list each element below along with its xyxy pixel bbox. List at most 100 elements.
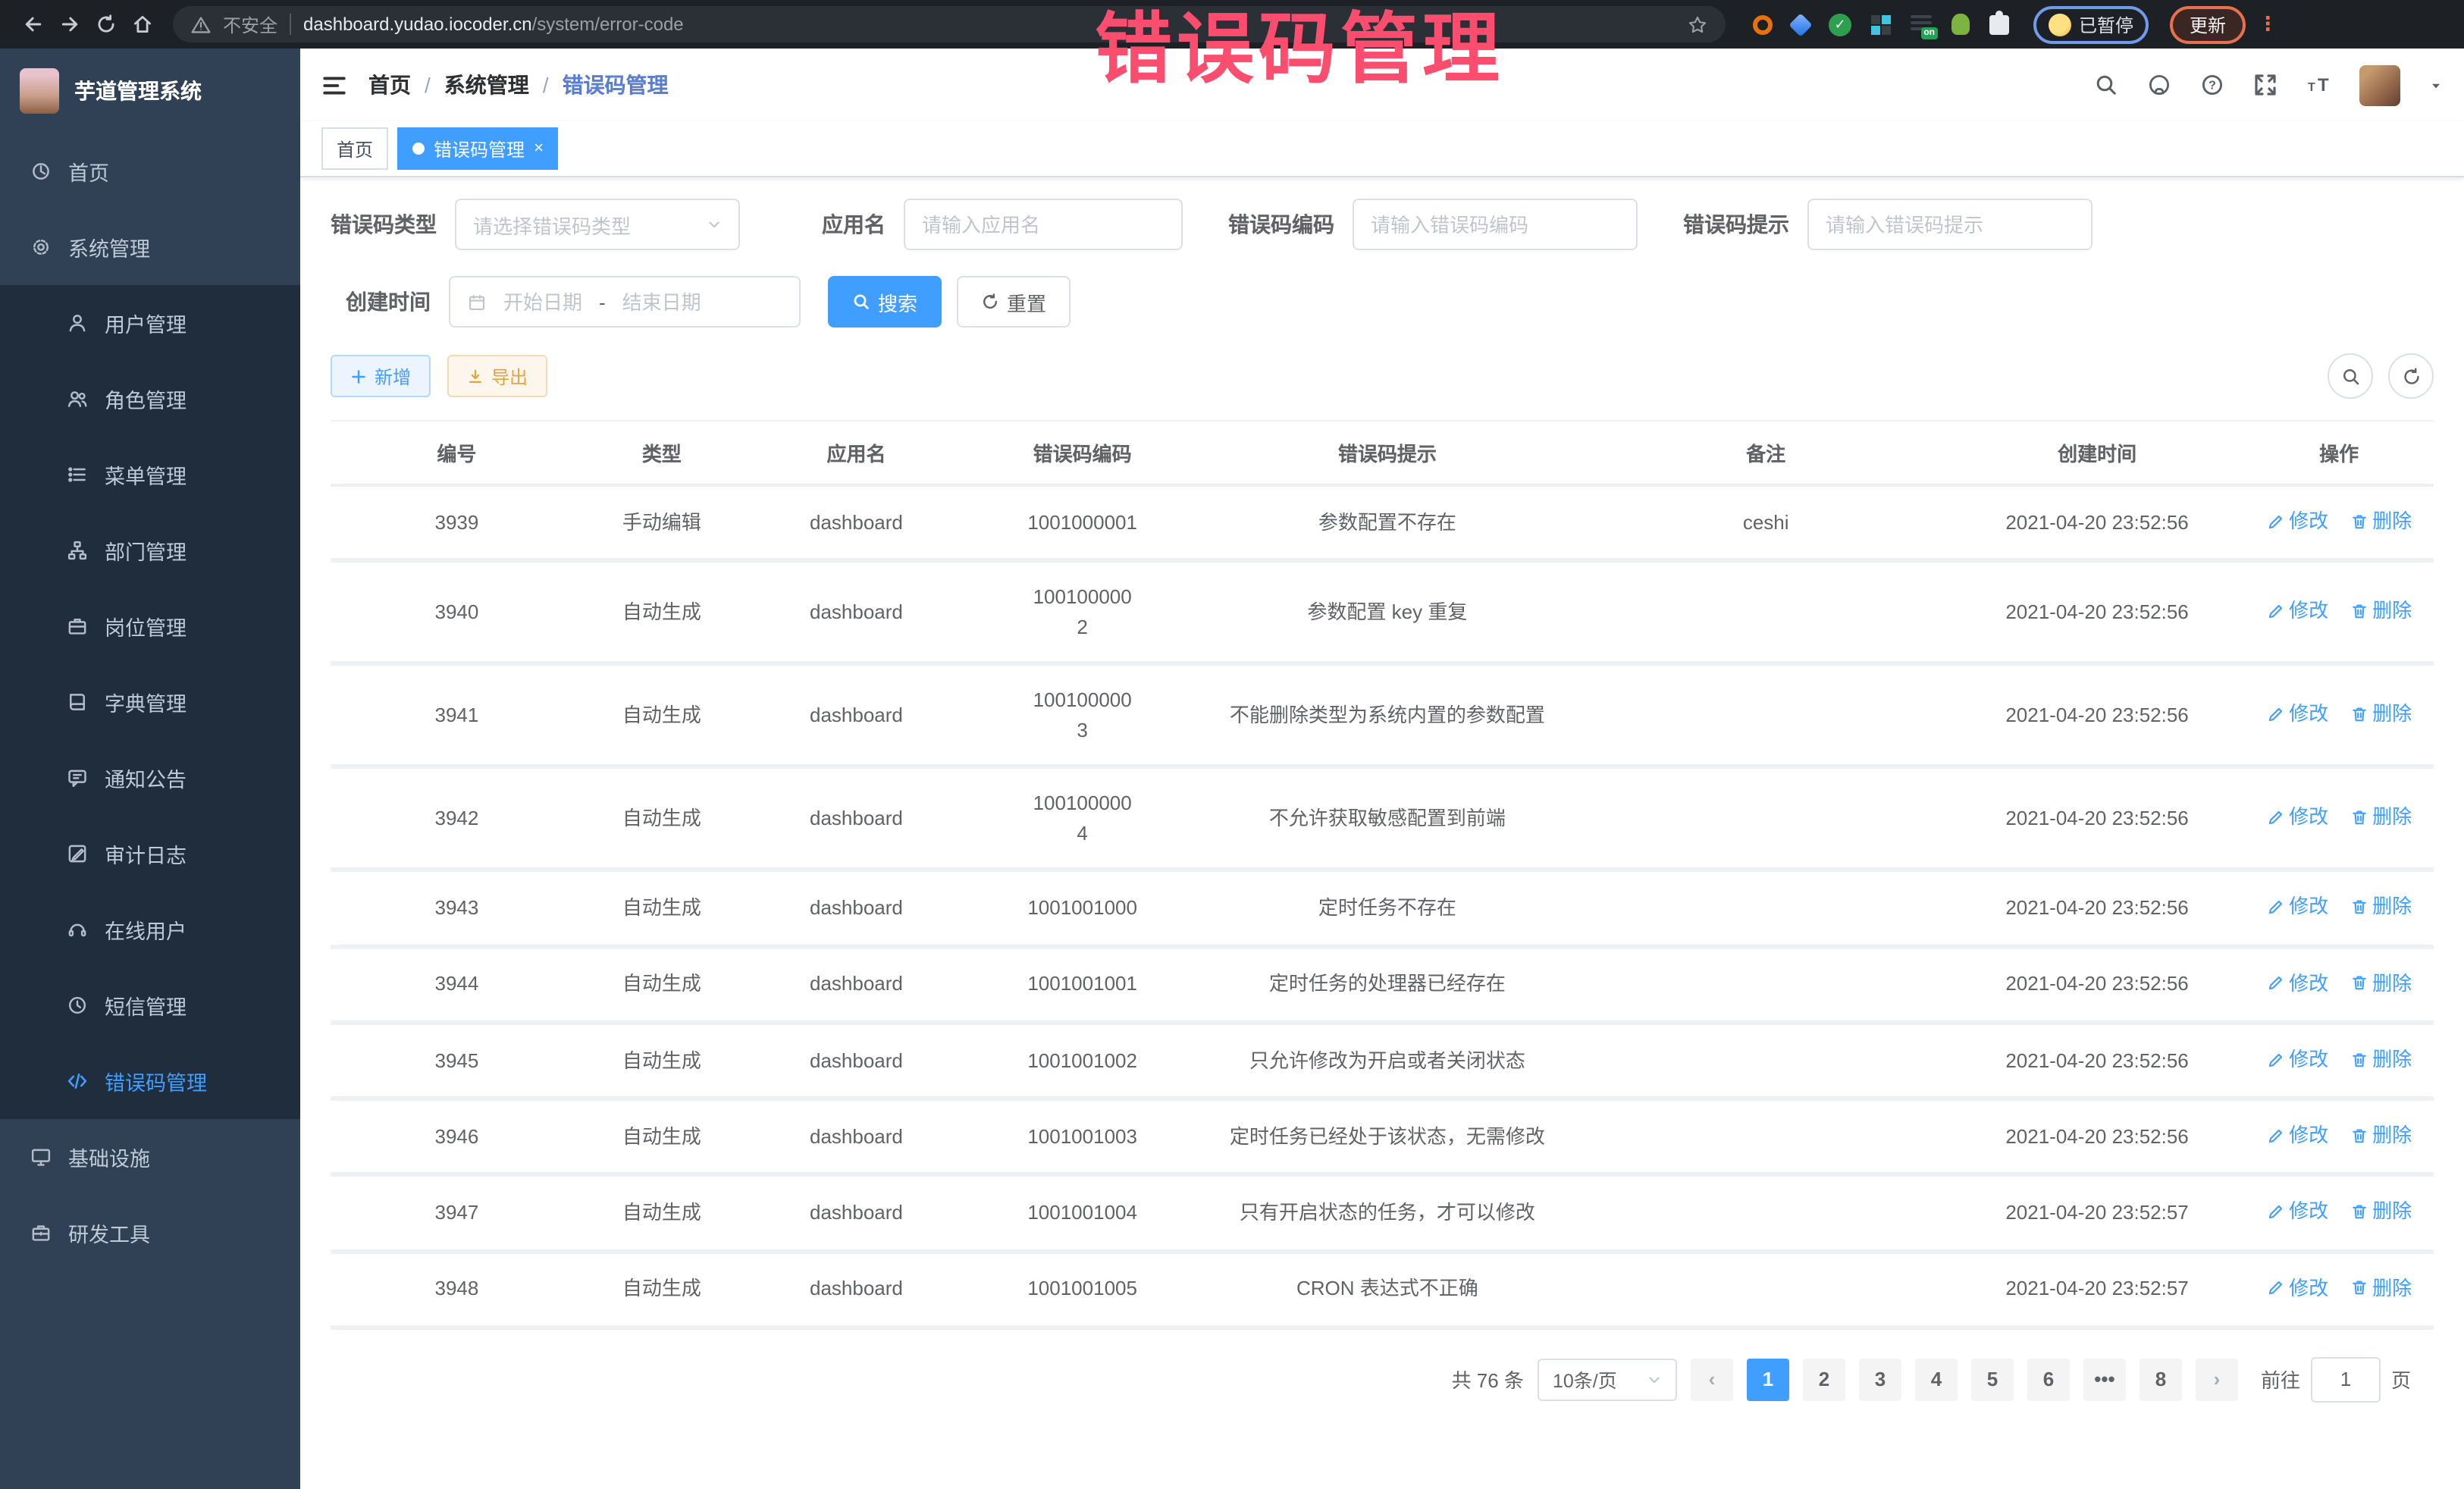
next-page-button[interactable]: › — [2196, 1359, 2238, 1401]
delete-link[interactable]: 删除 — [2350, 1273, 2412, 1302]
date-range-picker[interactable]: - — [449, 276, 801, 328]
dashboard-icon — [30, 161, 52, 182]
user-avatar[interactable] — [2359, 64, 2400, 105]
delete-link[interactable]: 删除 — [2350, 968, 2412, 998]
browser-menu-icon[interactable]: ⋮ — [2258, 12, 2277, 36]
error-msg-input[interactable] — [1826, 213, 2074, 236]
edit-link[interactable]: 修改 — [2266, 1197, 2328, 1227]
refresh-table-button[interactable] — [2388, 353, 2434, 399]
browser-forward-icon[interactable] — [52, 6, 88, 42]
goto-page-input[interactable] — [2311, 1357, 2381, 1403]
delete-link[interactable]: 删除 — [2350, 1045, 2412, 1074]
extension-agent-icon[interactable] — [1951, 14, 1970, 35]
address-bar[interactable]: 不安全 dashboard.yudao.iocoder.cn/system/er… — [173, 6, 1726, 42]
page-button-1[interactable]: 1 — [1747, 1359, 1789, 1401]
edit-link[interactable]: 修改 — [2266, 1273, 2328, 1302]
error-msg-field[interactable] — [1807, 199, 2093, 250]
browser-update-button[interactable]: 更新 — [2170, 5, 2246, 43]
sidebar-item-dict-mgmt[interactable]: 字典管理 — [0, 664, 300, 740]
cell-time: 2021-04-20 23:52:57 — [1950, 1175, 2244, 1252]
error-code-field[interactable] — [1353, 199, 1638, 250]
sidebar-item-home[interactable]: 首页 — [0, 133, 300, 209]
page-ellipsis[interactable]: ••• — [2083, 1359, 2126, 1401]
sidebar-item-dev-tools[interactable]: 研发工具 — [0, 1195, 300, 1271]
breadcrumb-item-home[interactable]: 首页 — [368, 70, 411, 100]
edit-link[interactable]: 修改 — [2266, 968, 2328, 998]
browser-reload-icon[interactable] — [88, 6, 124, 42]
sidebar-item-post-mgmt[interactable]: 岗位管理 — [0, 588, 300, 664]
add-button[interactable]: 新增 — [331, 355, 431, 397]
close-icon[interactable]: × — [534, 139, 544, 158]
url-text[interactable]: dashboard.yudao.iocoder.cn/system/error-… — [303, 14, 684, 35]
bookmark-star-icon[interactable] — [1688, 14, 1707, 34]
extension-list-icon[interactable]: on — [1911, 14, 1932, 34]
error-type-select[interactable]: 请选择错误码类型 — [455, 199, 740, 250]
delete-link[interactable]: 删除 — [2350, 892, 2412, 922]
delete-link[interactable]: 删除 — [2350, 1197, 2412, 1227]
security-label[interactable]: 不安全 — [223, 11, 277, 37]
browser-home-icon[interactable] — [124, 6, 161, 42]
sidebar-item-audit-log[interactable]: 审计日志 — [0, 816, 300, 892]
help-icon[interactable]: ? — [2200, 73, 2224, 97]
tools-icon — [30, 1222, 52, 1243]
page-button-6[interactable]: 6 — [2027, 1359, 2070, 1401]
edit-link[interactable]: 修改 — [2266, 596, 2328, 625]
app-name-field[interactable] — [904, 199, 1183, 250]
delete-link[interactable]: 删除 — [2350, 596, 2412, 625]
search-button[interactable]: 搜索 — [828, 276, 942, 328]
extension-green-check-icon[interactable]: ✓ — [1829, 13, 1851, 36]
sidebar-item-sms-mgmt[interactable]: 短信管理 — [0, 967, 300, 1043]
app-name-input[interactable] — [922, 213, 1165, 236]
extension-orange-ring-icon[interactable] — [1753, 14, 1773, 34]
github-icon[interactable] — [2147, 73, 2171, 97]
extensions-puzzle-icon[interactable] — [1989, 14, 2009, 34]
browser-back-icon[interactable] — [15, 6, 52, 42]
sidebar-item-menu-mgmt[interactable]: 菜单管理 — [0, 437, 300, 513]
user-menu-caret-icon[interactable] — [2429, 78, 2443, 92]
app-logo-row[interactable]: 芋道管理系统 — [0, 49, 300, 133]
sidebar-item-infrastructure[interactable]: 基础设施 — [0, 1119, 300, 1195]
edit-link[interactable]: 修改 — [2266, 1045, 2328, 1074]
user-icon — [67, 312, 88, 334]
edit-link[interactable]: 修改 — [2266, 892, 2328, 922]
sidebar-item-dept-mgmt[interactable]: 部门管理 — [0, 513, 300, 588]
reset-button[interactable]: 重置 — [957, 276, 1071, 328]
page-button-4[interactable]: 4 — [1915, 1359, 1958, 1401]
fullscreen-icon[interactable] — [2253, 73, 2277, 97]
page-button-5[interactable]: 5 — [1971, 1359, 2014, 1401]
edit-link[interactable]: 修改 — [2266, 802, 2328, 832]
sidebar-item-role-mgmt[interactable]: 角色管理 — [0, 361, 300, 437]
page-button-2[interactable]: 2 — [1803, 1359, 1845, 1401]
sidebar-item-system-mgmt[interactable]: 系统管理 — [0, 209, 300, 285]
tag-error-code-active[interactable]: 错误码管理 × — [397, 127, 559, 170]
breadcrumb-item-system[interactable]: 系统管理 — [444, 70, 529, 100]
page-button-8[interactable]: 8 — [2140, 1359, 2182, 1401]
end-date-input[interactable] — [615, 290, 709, 313]
sidebar-item-user-mgmt[interactable]: 用户管理 — [0, 285, 300, 361]
delete-link[interactable]: 删除 — [2350, 506, 2412, 536]
extension-grid-icon[interactable] — [1871, 14, 1891, 34]
tag-home[interactable]: 首页 — [321, 127, 388, 170]
prev-page-button[interactable]: ‹ — [1691, 1359, 1733, 1401]
header-search-icon[interactable] — [2094, 73, 2118, 97]
sidebar-item-notice[interactable]: 通知公告 — [0, 740, 300, 816]
error-code-input[interactable] — [1371, 213, 1619, 236]
page-button-3[interactable]: 3 — [1859, 1359, 1901, 1401]
toggle-search-button[interactable] — [2328, 353, 2373, 399]
extension-blue-gem-icon[interactable] — [1788, 12, 1812, 36]
sidebar-collapse-icon[interactable] — [321, 72, 347, 98]
page-size-select[interactable]: 10条/页 — [1538, 1359, 1677, 1401]
delete-link[interactable]: 删除 — [2350, 802, 2412, 832]
edit-link[interactable]: 修改 — [2266, 1121, 2328, 1150]
font-size-icon[interactable]: TT — [2306, 73, 2331, 97]
profile-paused-chip[interactable]: 已暂停 — [2033, 5, 2149, 43]
app-window: 芋道管理系统 首页系统管理用户管理角色管理菜单管理部门管理岗位管理字典管理通知公… — [0, 49, 2464, 1489]
delete-link[interactable]: 删除 — [2350, 1121, 2412, 1150]
export-button[interactable]: 导出 — [447, 355, 547, 397]
sidebar-item-error-code-mgmt[interactable]: 错误码管理 — [0, 1043, 300, 1119]
delete-link[interactable]: 删除 — [2350, 699, 2412, 729]
sidebar-item-online-user[interactable]: 在线用户 — [0, 892, 300, 967]
start-date-input[interactable] — [496, 290, 590, 313]
edit-link[interactable]: 修改 — [2266, 506, 2328, 536]
edit-link[interactable]: 修改 — [2266, 699, 2328, 729]
